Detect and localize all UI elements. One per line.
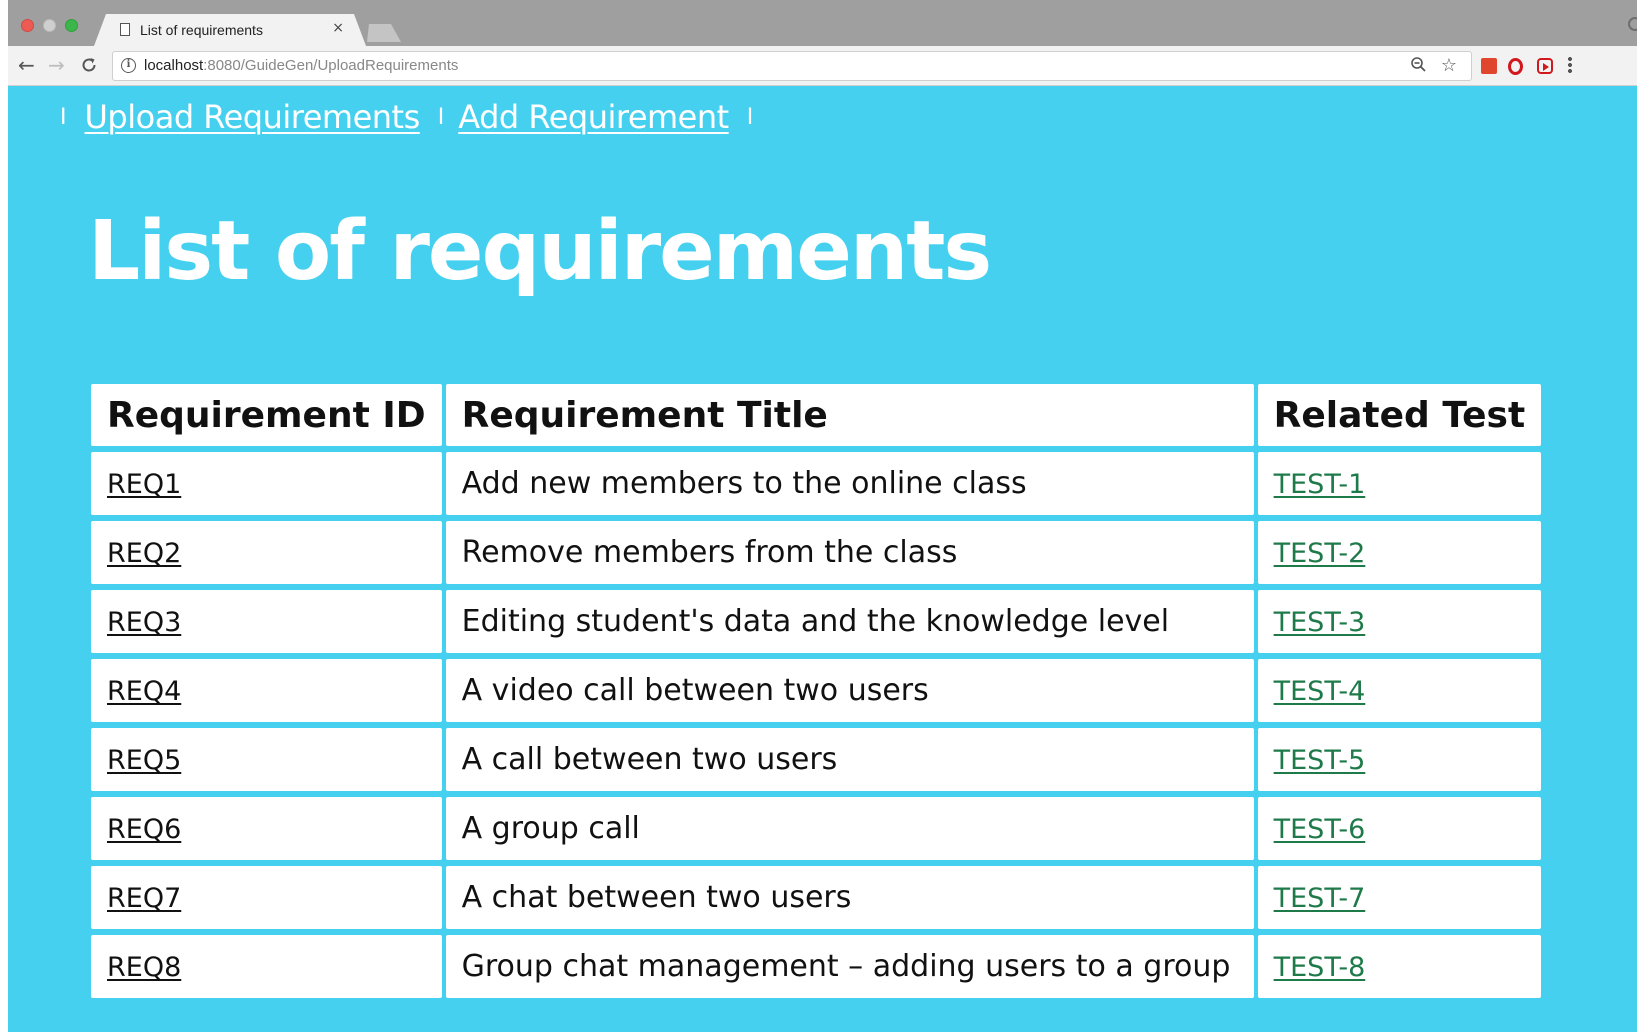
cell-requirement-id: REQ4 [91, 659, 442, 722]
cell-requirement-id: REQ3 [91, 590, 442, 653]
related-test-link[interactable]: TEST-8 [1274, 952, 1366, 983]
new-tab-button[interactable] [363, 24, 401, 42]
address-bar[interactable]: i localhost:8080/GuideGen/UploadRequirem… [112, 51, 1472, 81]
forward-icon[interactable]: → [48, 52, 65, 78]
minimize-window-button[interactable] [43, 19, 56, 32]
browser-tab[interactable]: List of requirements × [94, 14, 366, 46]
table-row: REQ3 Editing student's data and the know… [91, 590, 1542, 653]
nav-link-upload-requirements[interactable]: Upload Requirements [85, 98, 421, 136]
cell-requirement-title: Remove members from the class [445, 521, 1254, 584]
cell-requirement-id: REQ5 [91, 728, 442, 791]
cell-related-test: TEST-7 [1257, 866, 1542, 929]
maximize-window-button[interactable] [65, 19, 78, 32]
cell-requirement-title: Group chat management – adding users to … [445, 935, 1254, 998]
related-test-link[interactable]: TEST-1 [1274, 469, 1366, 500]
reload-icon[interactable] [80, 52, 98, 81]
cell-requirement-title: A group call [445, 797, 1254, 860]
close-window-button[interactable] [21, 19, 34, 32]
cell-requirement-title: Editing student's data and the knowledge… [445, 590, 1254, 653]
table-row: REQ6 A group call TEST-6 [91, 797, 1542, 860]
cell-related-test: TEST-1 [1257, 452, 1542, 515]
cell-requirement-title: Add new members to the online class [445, 452, 1254, 515]
nav-link-add-requirement[interactable]: Add Requirement [458, 98, 729, 136]
cell-requirement-title: A chat between two users [445, 866, 1254, 929]
table-row: REQ7 A chat between two users TEST-7 [91, 866, 1542, 929]
requirement-id-link[interactable]: REQ2 [107, 538, 181, 569]
cell-requirement-id: REQ8 [91, 935, 442, 998]
cell-requirement-id: REQ1 [91, 452, 442, 515]
page-content: I Upload Requirements I Add Requirement … [8, 86, 1637, 1032]
requirement-id-link[interactable]: REQ5 [107, 745, 181, 776]
cell-requirement-title: A video call between two users [445, 659, 1254, 722]
requirements-table: Requirement ID Requirement Title Related… [87, 378, 1545, 1004]
header-requirement-id: Requirement ID [91, 384, 442, 446]
cell-requirement-id: REQ2 [91, 521, 442, 584]
back-icon[interactable]: ← [18, 52, 35, 78]
cell-requirement-id: REQ6 [91, 797, 442, 860]
bookmark-star-icon[interactable]: ☆ [1441, 55, 1457, 76]
related-test-link[interactable]: TEST-6 [1274, 814, 1366, 845]
menu-icon[interactable] [1568, 56, 1572, 74]
bookmarks-extension-icon[interactable] [1481, 58, 1497, 74]
table-row: REQ4 A video call between two users TEST… [91, 659, 1542, 722]
requirement-id-link[interactable]: REQ6 [107, 814, 181, 845]
document-icon [120, 23, 130, 36]
related-test-link[interactable]: TEST-7 [1274, 883, 1366, 914]
related-test-link[interactable]: TEST-2 [1274, 538, 1366, 569]
requirement-id-link[interactable]: REQ4 [107, 676, 181, 707]
cell-related-test: TEST-2 [1257, 521, 1542, 584]
cell-requirement-title: A call between two users [445, 728, 1254, 791]
nav-separator: I [437, 104, 445, 130]
related-test-link[interactable]: TEST-5 [1274, 745, 1366, 776]
requirement-id-link[interactable]: REQ7 [107, 883, 181, 914]
top-navigation: I Upload Requirements I Add Requirement … [60, 98, 753, 136]
cell-related-test: TEST-4 [1257, 659, 1542, 722]
related-test-link[interactable]: TEST-3 [1274, 607, 1366, 638]
related-test-link[interactable]: TEST-4 [1274, 676, 1366, 707]
nav-separator: I [60, 104, 67, 130]
opera-extension-icon[interactable] [1508, 58, 1523, 75]
tab-close-icon[interactable]: × [332, 20, 344, 36]
table-row: REQ8 Group chat management – adding user… [91, 935, 1542, 998]
requirement-id-link[interactable]: REQ8 [107, 952, 181, 983]
tab-strip: List of requirements × [8, 0, 1637, 46]
url-host: localhost [144, 57, 204, 74]
url-text[interactable]: localhost:8080/GuideGen/UploadRequiremen… [144, 57, 458, 74]
table-row: REQ2 Remove members from the class TEST-… [91, 521, 1542, 584]
cell-related-test: TEST-5 [1257, 728, 1542, 791]
cell-related-test: TEST-8 [1257, 935, 1542, 998]
tab-title: List of requirements [140, 22, 263, 38]
table-header-row: Requirement ID Requirement Title Related… [91, 384, 1542, 446]
cell-related-test: TEST-6 [1257, 797, 1542, 860]
requirement-id-link[interactable]: REQ1 [107, 469, 181, 500]
table-row: REQ1 Add new members to the online class… [91, 452, 1542, 515]
page-title: List of requirements [88, 204, 992, 299]
video-extension-icon[interactable] [1537, 58, 1553, 74]
cell-requirement-id: REQ7 [91, 866, 442, 929]
info-icon[interactable]: i [121, 58, 136, 73]
profile-icon[interactable] [1628, 17, 1637, 31]
header-related-test: Related Test [1257, 384, 1542, 446]
requirement-id-link[interactable]: REQ3 [107, 607, 181, 638]
browser-window: List of requirements × ← → i localhost:8… [8, 0, 1637, 1032]
url-path: :8080/GuideGen/UploadRequirements [203, 57, 459, 74]
cell-related-test: TEST-3 [1257, 590, 1542, 653]
table-row: REQ5 A call between two users TEST-5 [91, 728, 1542, 791]
zoom-icon[interactable] [1410, 56, 1427, 78]
nav-separator: I [746, 104, 754, 130]
header-requirement-title: Requirement Title [445, 384, 1254, 446]
toolbar: ← → i localhost:8080/GuideGen/UploadRequ… [8, 46, 1637, 86]
